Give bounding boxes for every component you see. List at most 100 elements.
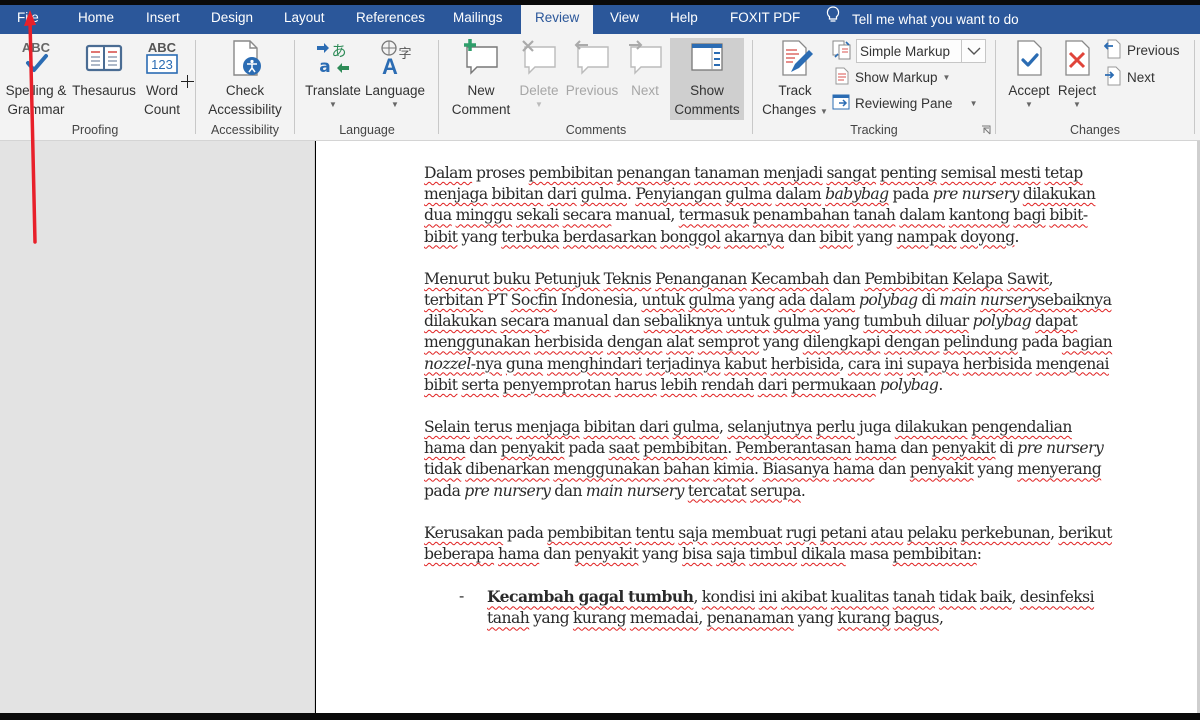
misspelled-word: Socfin [510, 291, 558, 310]
misspelled-word: gulma [688, 291, 735, 310]
dialog-launcher-icon[interactable] [981, 125, 991, 135]
document-body[interactable]: Dalam proses pembibitan penangan tanaman… [424, 163, 1114, 630]
misspelled-word: tanaman [694, 164, 760, 182]
accept-button[interactable]: Accept ▼ [1002, 38, 1056, 110]
thesaurus-button[interactable]: Thesaurus [72, 38, 136, 100]
next-change-button[interactable]: Next [1104, 66, 1155, 88]
previous-change-button[interactable]: Previous [1103, 39, 1180, 61]
text-run: , [1048, 269, 1054, 288]
paragraph[interactable]: Selain terus menjaga bibitan dari gulma,… [424, 417, 1114, 502]
previous-comment-label: Previous [565, 83, 619, 98]
misspelled-word: pengendalian [971, 418, 1072, 437]
group-divider [752, 40, 753, 134]
delete-comment-button[interactable]: Delete ▼ [517, 38, 561, 110]
misspelled-word: -nya [470, 354, 503, 373]
next-comment-button[interactable]: Next [623, 38, 667, 100]
tab-review[interactable]: Review [521, 5, 594, 34]
tab-file[interactable]: File [15, 5, 41, 34]
tab-mailings[interactable]: Mailings [451, 5, 505, 34]
translate-label: Translate [305, 83, 361, 98]
paragraph[interactable]: Dalam proses pembibitan penangan tanaman… [424, 163, 1114, 248]
accept-dropdown-caret: ▼ [1025, 100, 1033, 109]
track-changes-button[interactable]: Track Changes ▼ [759, 38, 831, 121]
reviewing-pane-button[interactable]: Reviewing Pane ▼ [832, 92, 977, 114]
paragraph[interactable]: Menurut buku Petunjuk Teknis Penanganan … [424, 269, 1114, 396]
misspelled-word: tumbuh [863, 312, 922, 331]
text-run: proses [472, 164, 529, 182]
text-run: yang [973, 460, 1018, 479]
tracking-group-label: Tracking [850, 123, 898, 137]
misspelled-word: penyakit [574, 545, 639, 564]
misspelled-word: tercatat [687, 481, 747, 500]
previous-comment-button[interactable]: Previous [563, 38, 621, 100]
misspelled-word: pembibitan [547, 523, 632, 542]
next-change-label: Next [1127, 69, 1155, 85]
chevron-down-icon[interactable] [961, 40, 985, 62]
text-run: yang [819, 312, 864, 331]
accept-icon [1002, 38, 1056, 78]
tab-references[interactable]: References [354, 5, 427, 34]
text-run: juga [855, 418, 895, 437]
text-run: pre [932, 185, 959, 204]
tab-help[interactable]: Help [668, 5, 700, 34]
tab-design[interactable]: Design [209, 5, 255, 34]
bullet-list-item[interactable]: - Kecambah gagal tumbuh, kondisi ini aki… [424, 586, 1114, 629]
document-page[interactable]: Dalam proses pembibitan penangan tanaman… [316, 141, 1200, 713]
misspelled-word: Teknis [603, 269, 652, 288]
misspelled-word: hama [497, 545, 540, 564]
language-button[interactable]: A 字 Language ▼ [363, 38, 427, 110]
tab-layout[interactable]: Layout [282, 5, 327, 34]
misspelled-word: akibat [781, 588, 828, 607]
svg-text:字: 字 [398, 47, 411, 62]
text-run: nursery [961, 185, 1020, 204]
text-run: yang [793, 609, 838, 628]
show-markup-caret: ▼ [942, 72, 951, 82]
text-run: dan [539, 545, 575, 564]
misspelled-word: bibitan [583, 418, 636, 437]
misspelled-word: sebaliknya [643, 312, 723, 331]
tab-insert[interactable]: Insert [144, 5, 182, 34]
misspelled-word: penting [879, 164, 937, 182]
misspelled-word: kimia [713, 460, 755, 479]
language-label: Language [364, 83, 426, 98]
misspelled-word: pembibitan [643, 439, 728, 458]
misspelled-word: penanaman [706, 609, 795, 628]
misspelled-word: alat [666, 333, 694, 352]
misspelled-word: minggu [455, 206, 513, 225]
reject-button[interactable]: Reject ▼ [1054, 38, 1100, 110]
tab-home[interactable]: Home [76, 5, 116, 34]
misspelled-word: terbuka [501, 227, 560, 246]
markup-display-select[interactable]: Simple Markup [856, 39, 986, 63]
new-comment-icon [445, 38, 517, 78]
show-comments-button[interactable]: Show Comments [670, 38, 744, 120]
misspelled-word: dibenarkan [465, 460, 550, 479]
ribbon-tab-bar: File Home Insert Design Layout Reference… [0, 5, 1200, 34]
misspelled-word: ini [758, 588, 778, 607]
word-count-button[interactable]: ABC 123 Word Count [138, 38, 186, 119]
tab-foxit-pdf[interactable]: FOXIT PDF [728, 5, 802, 34]
text-run: manual dan [549, 312, 644, 331]
text-run: di [917, 291, 940, 310]
misspelled-word: petani [820, 523, 867, 542]
group-divider [438, 40, 439, 134]
check-accessibility-button[interactable]: Check Accessibility [202, 38, 288, 119]
spelling-grammar-button[interactable]: ABC Spelling & Grammar [3, 38, 69, 119]
misspelled-word: menggunakan [553, 460, 660, 479]
reject-icon [1054, 38, 1100, 78]
next-comment-icon [623, 38, 667, 78]
paragraph[interactable]: Kerusakan pada pembibitan tentu saja mem… [424, 523, 1114, 565]
misspelled-word: dari [757, 375, 788, 394]
misspelled-word: Kerusakan [424, 523, 504, 542]
track-changes-label-1: Track [778, 83, 812, 98]
comments-group-label: Comments [565, 123, 627, 137]
group-accessibility: Check Accessibility Accessibility [198, 34, 292, 140]
track-changes-caret: ▼ [819, 107, 828, 116]
misspelled-word: rendah [701, 375, 754, 394]
tab-view[interactable]: View [608, 5, 641, 34]
show-markup-button[interactable]: Show Markup ▼ [834, 66, 950, 88]
tell-me-search[interactable]: Tell me what you want to do [826, 5, 1019, 34]
translate-button[interactable]: あ a Translate ▼ [305, 38, 361, 110]
misspelled-word: bahan [663, 460, 710, 479]
misspelled-word: babybag [825, 185, 889, 204]
new-comment-button[interactable]: New Comment [445, 38, 517, 119]
